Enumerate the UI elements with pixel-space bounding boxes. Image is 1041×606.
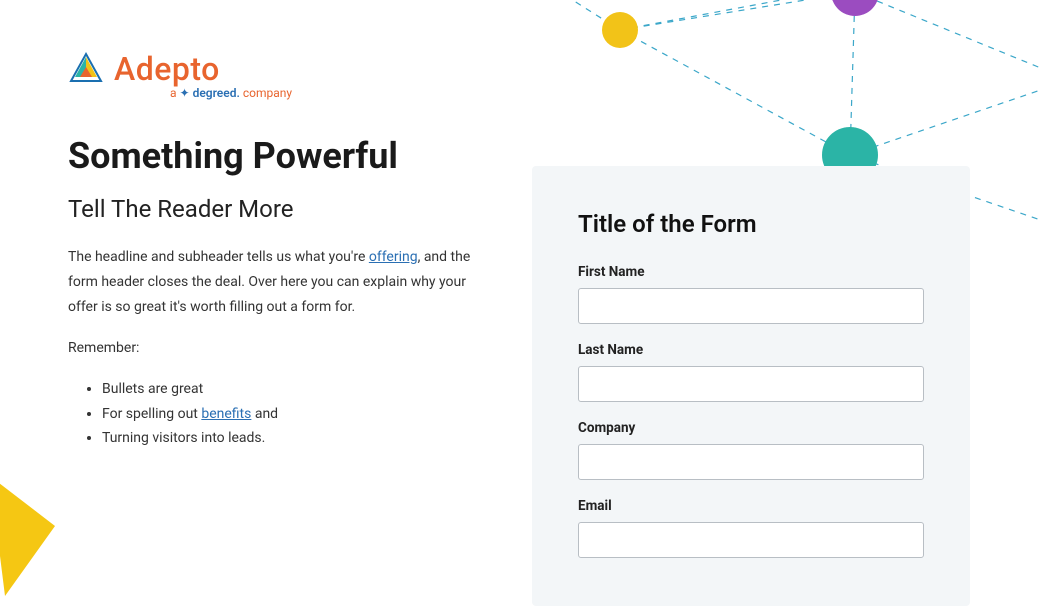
tagline-prefix: a xyxy=(170,86,177,100)
paragraph-pre: The headline and subheader tells us what… xyxy=(68,249,369,265)
form-title: Title of the Form xyxy=(578,210,924,238)
list-item: Turning visitors into leads. xyxy=(102,426,498,451)
bullet2-post: and xyxy=(251,406,278,422)
remember-label: Remember: xyxy=(68,336,498,361)
list-item: For spelling out benefits and xyxy=(102,402,498,427)
brand-name: Adepto xyxy=(114,50,220,88)
brand-tagline: a ✦ degreed. company xyxy=(170,86,498,100)
offering-link[interactable]: offering xyxy=(369,249,418,265)
first-name-input[interactable] xyxy=(578,288,924,324)
benefits-link[interactable]: benefits xyxy=(201,406,251,422)
tagline-suffix: company xyxy=(243,86,292,100)
email-input[interactable] xyxy=(578,522,924,558)
bullet-list: Bullets are great For spelling out benef… xyxy=(68,377,498,451)
form-card: Title of the Form First Name Last Name C… xyxy=(532,166,970,606)
tagline-mid: degreed. xyxy=(193,86,240,100)
hero-subheadline: Tell The Reader More xyxy=(68,195,498,223)
last-name-input[interactable] xyxy=(578,366,924,402)
bullet2-pre: For spelling out xyxy=(102,406,201,422)
list-item: Bullets are great xyxy=(102,377,498,402)
company-label: Company xyxy=(578,420,924,436)
decorative-triangle xyxy=(0,476,80,596)
brand-logo: Adepto a ✦ degreed. company xyxy=(68,50,498,100)
first-name-label: First Name xyxy=(578,264,924,280)
email-label: Email xyxy=(578,498,924,514)
hero-paragraph: The headline and subheader tells us what… xyxy=(68,245,498,320)
company-input[interactable] xyxy=(578,444,924,480)
adepto-logo-icon xyxy=(68,51,104,87)
last-name-label: Last Name xyxy=(578,342,924,358)
hero-headline: Something Powerful xyxy=(68,136,498,177)
